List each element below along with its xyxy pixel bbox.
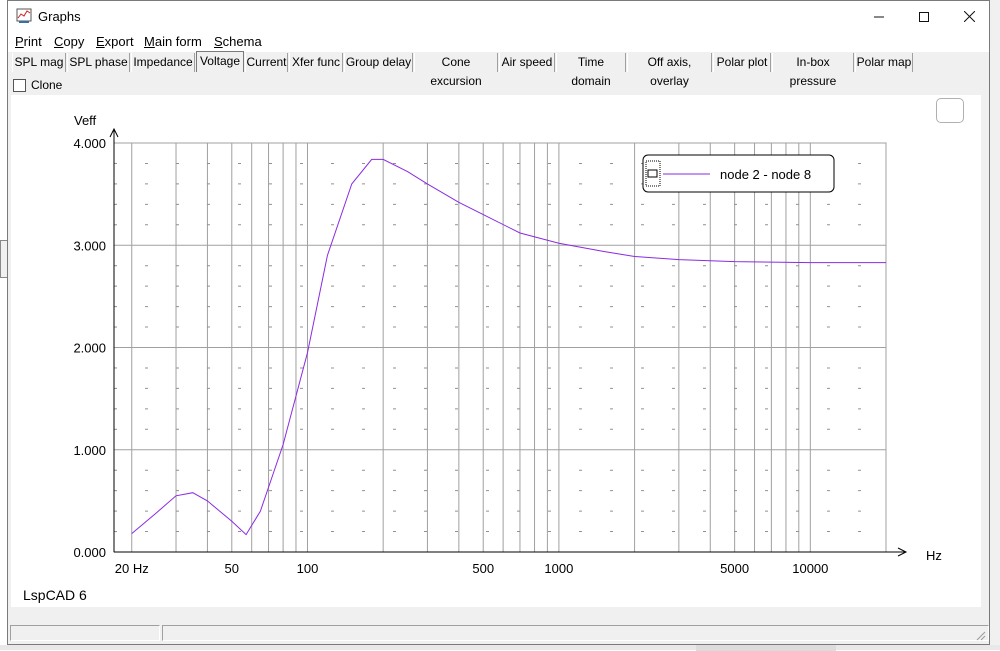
- clone-checkbox[interactable]: [13, 78, 26, 92]
- graph-options-button[interactable]: [936, 98, 964, 123]
- tab-voltage[interactable]: Voltage: [196, 51, 244, 72]
- x-tick-label: 100: [297, 561, 319, 576]
- status-pane-1: [10, 625, 160, 641]
- tab-time-domain[interactable]: Time domain: [556, 53, 626, 88]
- y-axis-label: Veff: [74, 113, 97, 128]
- tab-spl-phase[interactable]: SPL phase: [67, 53, 130, 72]
- clone-label: Clone: [31, 78, 63, 92]
- title-bar[interactable]: Graphs: [8, 1, 989, 32]
- voltage-chart[interactable]: 0.000 1.000 2.000 3.000 4.000 20 Hz 50 100 500 10…: [11, 95, 981, 607]
- graph-tabs: SPL mag SPL phase Impedance Voltage Curr…: [10, 51, 989, 88]
- tab-current[interactable]: Current: [245, 53, 288, 72]
- menu-export[interactable]: Export: [96, 34, 134, 49]
- background-window-edge: [990, 0, 1000, 650]
- menu-bar: Print Copy Export Main form Schema: [8, 32, 989, 52]
- tab-polar-plot[interactable]: Polar plot: [713, 53, 771, 72]
- maximize-button[interactable]: [901, 1, 947, 32]
- tab-off-axis-overlay[interactable]: Off axis, overlay: [627, 53, 712, 88]
- legend-label: node 2 - node 8: [720, 167, 811, 182]
- tab-air-speed[interactable]: Air speed: [499, 53, 555, 72]
- close-icon: [963, 11, 975, 22]
- status-pane-2: [162, 625, 989, 641]
- x-tick-label: 20 Hz: [115, 561, 149, 576]
- window-title: Graphs: [38, 9, 81, 24]
- tab-in-box-pressure[interactable]: In-box pressure: [772, 53, 854, 88]
- maximize-icon: [919, 11, 929, 22]
- tab-cone-excursion[interactable]: Cone excursion: [414, 53, 498, 88]
- x-tick-label: 10000: [792, 561, 828, 576]
- x-axis-label: Hz: [926, 548, 942, 563]
- resize-grip-icon[interactable]: [974, 629, 986, 641]
- x-tick-label: 1000: [544, 561, 573, 576]
- clone-checkbox-row[interactable]: Clone: [13, 77, 62, 93]
- tab-group-delay[interactable]: Group delay: [344, 53, 413, 72]
- minimize-button[interactable]: [856, 1, 902, 32]
- y-tick-label: 3.000: [73, 238, 106, 253]
- menu-copy[interactable]: Copy: [54, 34, 84, 49]
- tab-spl-mag[interactable]: SPL mag: [12, 53, 66, 72]
- chart-legend: node 2 - node 8: [642, 154, 835, 193]
- background-taskbar-edge: [0, 645, 1000, 650]
- x-tick-label: 500: [472, 561, 494, 576]
- y-tick-label: 1.000: [73, 443, 106, 458]
- legend-checkbox-icon: [647, 169, 658, 178]
- watermark-label: LspCAD 6: [23, 587, 87, 603]
- menu-print[interactable]: Print: [15, 34, 42, 49]
- y-tick-label: 0.000: [73, 545, 106, 560]
- tab-impedance[interactable]: Impedance: [131, 53, 195, 72]
- tab-xfer-func[interactable]: Xfer func: [289, 53, 343, 72]
- graph-panel[interactable]: 0.000 1.000 2.000 3.000 4.000 20 Hz 50 100 500 10…: [11, 95, 981, 607]
- minimize-icon: [874, 16, 884, 17]
- x-tick-label: 5000: [720, 561, 749, 576]
- status-bar: [9, 625, 989, 643]
- y-tick-label: 2.000: [73, 341, 106, 356]
- x-tick-label: 50: [225, 561, 239, 576]
- menu-main-form[interactable]: Main form: [144, 34, 202, 49]
- y-tick-label: 4.000: [73, 136, 106, 151]
- graphs-app-icon: [16, 8, 32, 23]
- close-button[interactable]: [946, 1, 992, 32]
- menu-schema[interactable]: Schema: [214, 34, 262, 49]
- graphs-window: Graphs Print Copy Export Main form Schem…: [7, 0, 990, 645]
- tab-polar-map[interactable]: Polar map: [855, 53, 913, 72]
